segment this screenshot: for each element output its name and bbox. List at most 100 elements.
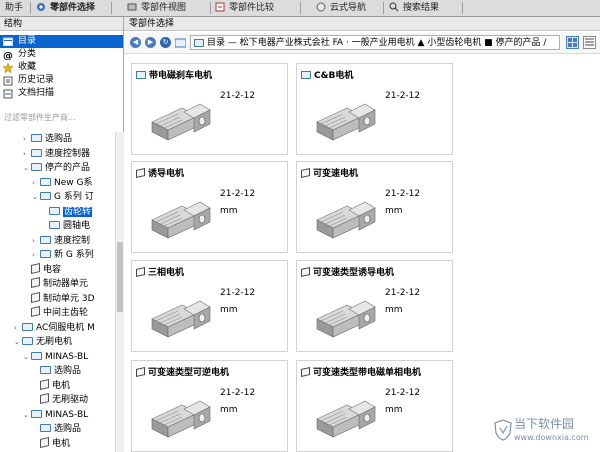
forward-arrow-icon: ▶ [147, 38, 154, 46]
part-title-text: 诱导电机 [148, 169, 185, 179]
part-unit: mm [220, 405, 238, 415]
tree-node[interactable]: 电机 [32, 436, 70, 451]
tree-node[interactable]: 电机 [32, 378, 70, 393]
part-card[interactable]: 可变速类型带电磁单相电机 21-2-12 mm [296, 360, 453, 452]
tree-node[interactable]: 制动器单元 [23, 277, 88, 291]
cloud-nav-icon [316, 2, 326, 12]
tree-node[interactable]: ⌄ MINAS-BL [23, 408, 88, 422]
folder-icon [31, 351, 42, 360]
grid-view-button[interactable] [566, 36, 579, 49]
list-view-button[interactable] [583, 36, 596, 49]
part-title-text: 可变速类型带电磁单相电机 [313, 368, 422, 378]
tab-parts-selection[interactable]: 零部件选择 [36, 0, 102, 16]
tree-node[interactable]: 中间主齿轮 [23, 306, 88, 320]
tree-node[interactable]: › 新 G 系列 [32, 248, 94, 262]
nav-label: 历史记录 [18, 75, 55, 85]
folder-icon [49, 221, 60, 229]
part-box-icon [136, 267, 145, 277]
back-button[interactable]: ◀ [130, 37, 141, 48]
nav-doc-scan[interactable]: 文档扫描 [0, 87, 123, 100]
part-card[interactable]: 可变速类型可逆电机 21-2-12 mm [131, 360, 288, 452]
catalog-icon [194, 39, 204, 47]
part-box-icon [40, 393, 49, 404]
tree-node[interactable]: ⌄ G 系列 订 [32, 190, 94, 204]
tree-expander-icon[interactable]: › [14, 321, 22, 335]
watermark-url: www.downxia.com [514, 433, 589, 442]
tree-node[interactable]: 电容 [23, 262, 62, 277]
part-title-text: C&B电机 [314, 71, 354, 81]
tab-parts-compare[interactable]: 零部件比较 [215, 0, 293, 16]
tab-divider [300, 2, 301, 14]
tree-expander-icon[interactable]: ⌄ [23, 350, 31, 364]
tree-node[interactable]: 选购品 [32, 422, 81, 436]
tree-expander-icon[interactable]: ⌄ [14, 335, 22, 349]
part-card[interactable]: 可变速电机 21-2-12 mm [296, 161, 453, 253]
part-box-icon [31, 306, 40, 317]
part-title-text: 可变速类型可逆电机 [148, 368, 230, 378]
tree-node[interactable]: ⌄ 无刷电机 [14, 335, 72, 349]
tree-node[interactable]: ⌄ 停产的产品 [23, 161, 90, 175]
tab-assistant[interactable]: 助手 [5, 0, 29, 16]
tab-label: 零部件比较 [229, 3, 275, 13]
history-icon [3, 76, 13, 86]
nav-classification[interactable]: @ 分类 [0, 48, 123, 62]
folder-icon [31, 134, 42, 142]
folder-icon [40, 235, 51, 244]
home-button[interactable] [174, 37, 187, 48]
tree-expander-icon[interactable]: › [32, 234, 40, 248]
tree-node[interactable]: › New G系 [32, 176, 92, 190]
tree-node[interactable]: ⌄ MINAS-BL [23, 350, 88, 364]
tree-expander-icon[interactable]: ⌄ [32, 190, 40, 204]
nav-label: 分类 [18, 49, 37, 59]
refresh-icon: ↻ [162, 38, 169, 46]
tree-node[interactable]: 制动单元 3D [23, 291, 95, 306]
tree-expander-icon[interactable]: ⌄ [23, 161, 31, 175]
tree-expander-icon[interactable]: › [32, 248, 40, 262]
tree-expander-icon[interactable]: › [32, 176, 40, 190]
structure-panel: 结构 目录 @ 分类 收藏 历史记录 文档扫描 过滤零部件生产商... › 选购品 ›… [0, 17, 124, 452]
nav-catalog[interactable]: 目录 [0, 35, 123, 48]
nav-favorites[interactable]: 收藏 [0, 61, 123, 74]
tree-node[interactable]: › 选购品 [23, 132, 72, 146]
tree-node[interactable]: 齿轮转 [41, 205, 93, 219]
tree-node[interactable]: 选购品 [32, 364, 81, 378]
folder-icon [31, 148, 42, 157]
tree-expander-icon[interactable]: ⌄ [23, 408, 31, 422]
part-title-text: 三相电机 [148, 268, 185, 278]
tree-node[interactable]: › 速度控制 [32, 234, 90, 248]
tree-expander-icon[interactable]: › [23, 132, 31, 146]
folder-icon [31, 409, 42, 418]
tree-node-label: 中间主齿轮 [43, 308, 89, 318]
tree-node-label: 电容 [43, 264, 62, 275]
tab-label: 零部件选择 [50, 3, 96, 13]
tree-node[interactable]: › AC伺服电机 M [14, 321, 95, 335]
tree-node[interactable]: › 速度控制器 [23, 147, 90, 161]
nav-label: 收藏 [18, 62, 37, 72]
part-box-icon [40, 436, 49, 448]
part-info: 21-2-12 [220, 88, 255, 105]
forward-button[interactable]: ▶ [145, 37, 156, 48]
part-box-icon [31, 262, 40, 274]
part-card[interactable]: C&B电机 21-2-12 [296, 63, 453, 155]
part-card[interactable]: 可变速类型诱导电机 21-2-12 mm [296, 260, 453, 352]
tree-node-label: 选购品 [54, 366, 82, 376]
tab-search-results[interactable]: 搜索结果 [389, 0, 453, 16]
at-icon: @ [3, 50, 13, 62]
folder-icon [136, 71, 146, 79]
tree-scrollbar[interactable] [115, 132, 124, 452]
tab-cloud-navigation[interactable]: 云式导航 [316, 0, 376, 16]
tree-node-label: 齿轮转 [63, 206, 93, 217]
tree-expander-icon[interactable]: › [23, 147, 31, 161]
nav-history[interactable]: 历史记录 [0, 74, 123, 87]
part-card[interactable]: 三相电机 21-2-12 mm [131, 260, 288, 352]
breadcrumb-path[interactable]: 目录 — 松下电器产业株式会社 FA · 一般产业用电机 ▲ 小型齿轮电机 ■ … [190, 35, 560, 50]
scrollbar-thumb[interactable] [117, 242, 123, 312]
part-card[interactable]: 诱导电机 21-2-12 mm [131, 161, 288, 253]
tab-parts-view[interactable]: 零部件视图 [127, 0, 197, 16]
compare-icon [215, 2, 225, 12]
tree-node[interactable]: 无刷驱动 [32, 393, 88, 407]
tree-node[interactable]: 圆轴电 [41, 219, 90, 233]
manufacturer-filter-input[interactable]: 过滤零部件生产商... [4, 111, 116, 125]
refresh-button[interactable]: ↻ [160, 37, 171, 48]
part-card[interactable]: 带电磁刹车电机 21-2-12 [131, 63, 288, 155]
